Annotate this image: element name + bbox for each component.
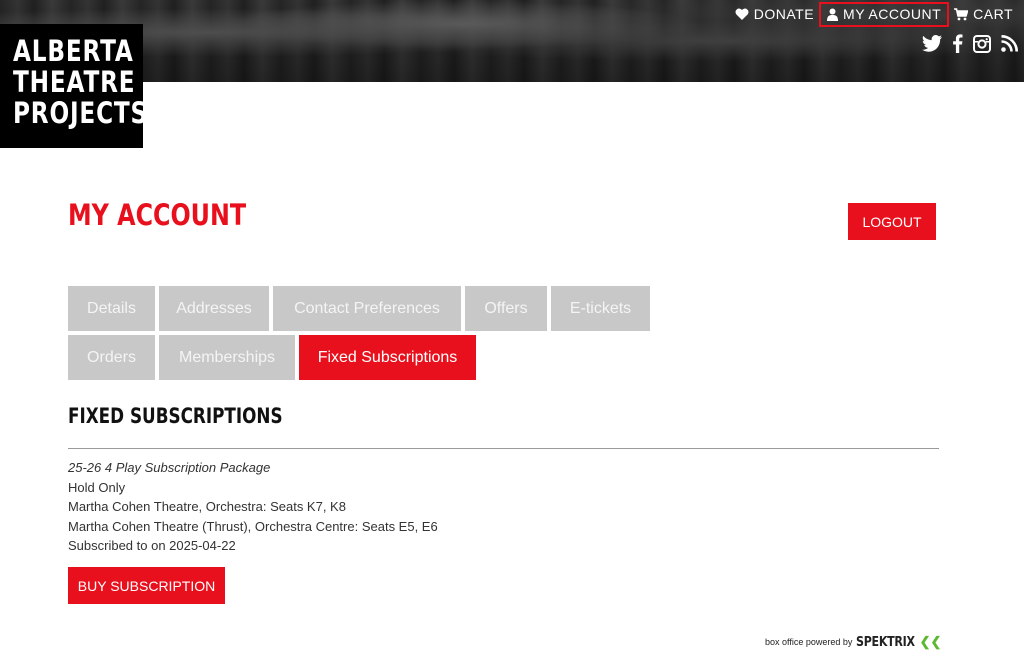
user-icon — [827, 8, 839, 21]
cart-link[interactable]: CART — [949, 3, 1018, 25]
cart-icon — [954, 7, 969, 20]
cart-label: CART — [973, 6, 1013, 22]
subscription-date: Subscribed to on 2025-04-22 — [68, 538, 236, 553]
top-nav: DONATE MY ACCOUNT CART — [730, 1, 1018, 27]
logo-line-3: PROJECTS — [13, 96, 149, 130]
my-account-label: MY ACCOUNT — [843, 6, 942, 22]
logo-line-2: THEATRE — [13, 65, 136, 99]
section-title: FIXED SUBSCRIPTIONS — [68, 404, 283, 428]
rss-icon[interactable] — [1001, 35, 1018, 52]
logo-line-1: ALBERTA — [13, 34, 134, 68]
tab-e-tickets[interactable]: E-tickets — [551, 286, 650, 331]
tab-offers[interactable]: Offers — [465, 286, 547, 331]
instagram-icon[interactable] — [973, 34, 991, 53]
logout-button[interactable]: LOGOUT — [848, 203, 936, 240]
subscription-seats-2: Martha Cohen Theatre (Thrust), Orchestra… — [68, 518, 438, 534]
spektrix-chevrons-icon: ❮❮ — [919, 634, 942, 649]
heart-icon — [735, 8, 749, 20]
subscription-package: 25-26 4 Play Subscription Package — [68, 460, 271, 475]
my-account-link[interactable]: MY ACCOUNT — [819, 1, 950, 27]
powered-by-text: box office powered by — [765, 637, 853, 647]
tab-fixed-subscriptions[interactable]: Fixed Subscriptions — [299, 335, 476, 380]
tab-details[interactable]: Details — [68, 286, 155, 331]
subscription-seats-1: Martha Cohen Theatre, Orchestra: Seats K… — [68, 499, 346, 514]
donate-link[interactable]: DONATE — [730, 3, 819, 25]
facebook-icon[interactable] — [952, 34, 963, 53]
tab-memberships[interactable]: Memberships — [159, 335, 295, 380]
subscription-details: 25-26 4 Play Subscription Package Hold O… — [68, 458, 438, 556]
site-logo[interactable]: ALBERTA THEATRE PROJECTS — [0, 24, 149, 148]
spektrix-logo[interactable]: SPEKTRIX — [856, 635, 915, 650]
page-title: MY ACCOUNT — [68, 198, 247, 232]
subscription-status: Hold Only — [68, 479, 126, 495]
tab-addresses[interactable]: Addresses — [159, 286, 269, 331]
section-divider — [68, 448, 939, 449]
donate-label: DONATE — [753, 6, 815, 22]
twitter-icon[interactable] — [922, 35, 942, 52]
buy-subscription-button[interactable]: BUY SUBSCRIPTION — [68, 567, 225, 604]
social-links — [922, 34, 1018, 53]
tab-orders[interactable]: Orders — [68, 335, 155, 380]
tab-contact-preferences[interactable]: Contact Preferences — [273, 286, 461, 331]
powered-by: box office powered by SPEKTRIX ❮❮ — [765, 634, 941, 650]
